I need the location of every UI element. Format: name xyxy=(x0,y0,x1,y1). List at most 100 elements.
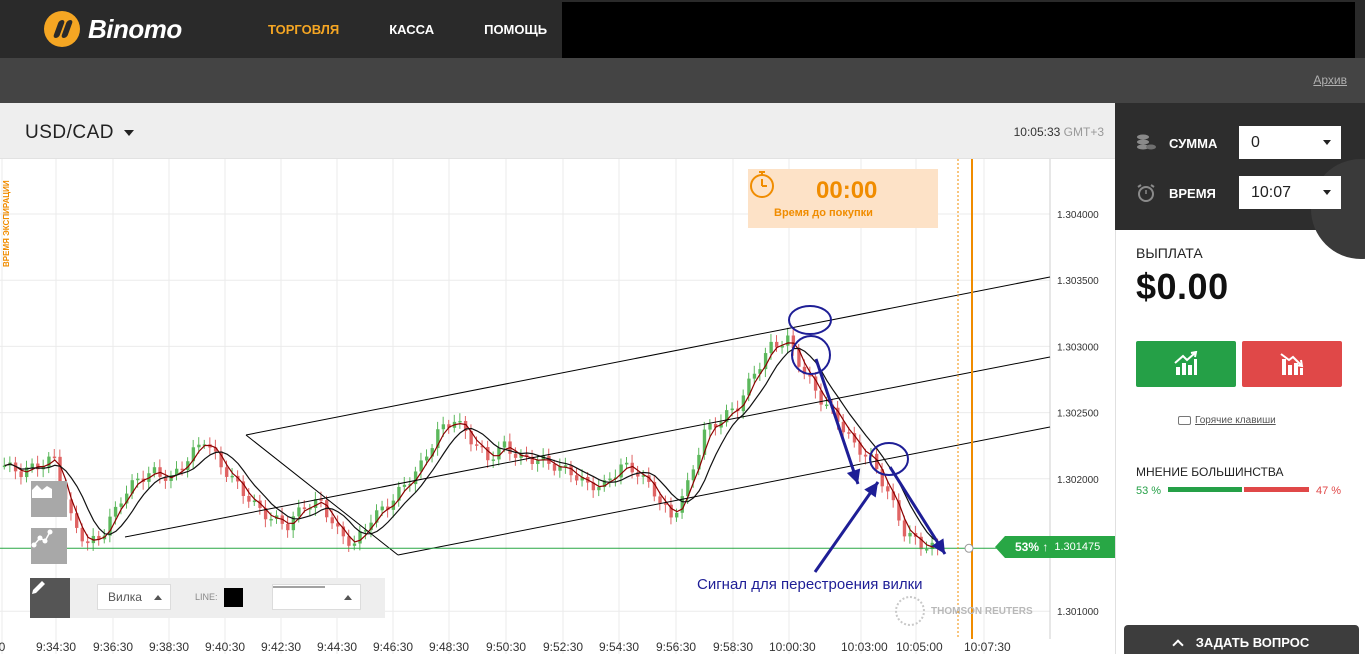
amount-label: СУММА xyxy=(1169,135,1218,151)
candle-body xyxy=(769,341,773,354)
candle-body xyxy=(786,335,790,346)
pitchfork-line xyxy=(124,356,1051,538)
watermark: THOMSON REUTERS xyxy=(895,596,1033,626)
candle-body xyxy=(269,518,273,521)
candle-body xyxy=(825,404,829,407)
candle-body xyxy=(708,423,712,430)
price-chart[interactable]: 1.304000 1.303500 1.303000 1.302500 1.302000… xyxy=(0,159,1115,654)
candle-body xyxy=(502,441,507,448)
candle-body xyxy=(491,459,496,461)
panel-decoration xyxy=(1311,159,1365,259)
logo[interactable]: Binomo xyxy=(44,10,182,48)
candle-body xyxy=(863,454,868,457)
logo-text: Binomo xyxy=(88,13,182,44)
candle-body xyxy=(458,420,462,423)
main-nav: ТОРГОВЛЯ КАССА ПОМОЩЬ xyxy=(268,0,597,58)
candle-body xyxy=(286,523,290,531)
indicators-button[interactable] xyxy=(31,528,67,564)
y-tick-label: 1.304000 xyxy=(1057,210,1099,221)
candle-body xyxy=(752,373,757,379)
ask-question-label: ЗАДАТЬ ВОПРОС xyxy=(1195,634,1310,650)
area-chart-icon xyxy=(32,485,52,498)
x-tick-label: 2:30 xyxy=(0,640,6,654)
candle-body xyxy=(675,512,679,518)
svg-text:ВРЕМЯ ЭКСПИРАЦИИ: ВРЕМЯ ЭКСПИРАЦИИ xyxy=(2,180,11,267)
ask-question-button[interactable]: ЗАДАТЬ ВОПРОС xyxy=(1124,625,1359,654)
candle-body xyxy=(302,507,307,509)
candle-body xyxy=(58,456,62,484)
x-tick-label: 10:03:00 xyxy=(841,640,888,654)
candle-body xyxy=(625,462,629,465)
line-color-swatch[interactable] xyxy=(224,588,243,607)
watermark-text: THOMSON REUTERS xyxy=(931,605,1033,617)
y-tick-label: 1.303000 xyxy=(1057,342,1099,353)
nav-item-cashier[interactable]: КАССА xyxy=(389,22,434,37)
majority-opinion-label: МНЕНИЕ БОЛЬШИНСТВА xyxy=(1136,465,1284,479)
candle-body xyxy=(402,484,407,487)
candle-body xyxy=(497,447,501,460)
line-style-select[interactable] xyxy=(272,584,361,610)
annotation-circle xyxy=(788,305,832,335)
chart-header: USD/CAD 10:05:33 GMT+3 xyxy=(0,103,1115,159)
annotation-text: Сигнал для перестроения вилки xyxy=(697,576,923,593)
candle-body xyxy=(902,520,907,537)
payout-value: $0.00 xyxy=(1136,266,1229,307)
line-style-preview xyxy=(273,586,325,588)
x-tick-label: 9:44:30 xyxy=(317,640,357,654)
put-button[interactable] xyxy=(1242,341,1342,387)
time-label: ВРЕМЯ xyxy=(1169,185,1216,201)
candle-body xyxy=(575,475,579,481)
sub-bar: Архив xyxy=(0,58,1365,103)
time-select[interactable]: 10:07 xyxy=(1239,176,1341,209)
x-tick-label: 10:07:30 xyxy=(964,640,1011,654)
majority-opinion-bar xyxy=(1168,487,1309,492)
candle-body xyxy=(841,421,846,433)
candle-body xyxy=(19,471,23,478)
nav-item-trading[interactable]: ТОРГОВЛЯ xyxy=(268,22,339,37)
pitchfork-line xyxy=(245,434,399,556)
drawing-tool-button[interactable] xyxy=(30,578,70,618)
drawing-tool-select[interactable]: Вилка xyxy=(97,584,171,610)
drawing-tool-value: Вилка xyxy=(108,590,142,604)
archive-link[interactable]: Архив xyxy=(1313,73,1347,87)
caret-up-icon xyxy=(154,595,162,600)
x-tick-label: 10:05:00 xyxy=(896,640,943,654)
trade-panel: СУММА 0 ВРЕМЯ 10:07 xyxy=(1115,103,1365,259)
candle-body xyxy=(358,531,362,544)
trend-down-icon xyxy=(1280,353,1304,375)
candle-body xyxy=(247,495,251,502)
annotation-arrow xyxy=(814,358,860,485)
candle-body xyxy=(925,549,929,551)
annotation-arrowhead xyxy=(846,468,861,484)
logo-icon xyxy=(44,11,80,47)
amount-select[interactable]: 0 xyxy=(1239,126,1341,159)
pitchfork-line xyxy=(245,276,1051,436)
nav-item-help[interactable]: ПОМОЩЬ xyxy=(484,22,547,37)
candle-body xyxy=(297,507,301,517)
candle-body xyxy=(30,463,34,468)
x-tick-label: 9:48:30 xyxy=(429,640,469,654)
chart-type-button[interactable] xyxy=(31,481,67,517)
x-tick-label: 10:00:30 xyxy=(769,640,816,654)
candle-body xyxy=(730,408,734,411)
hotkeys-link[interactable]: Горячие клавиши xyxy=(1178,415,1276,426)
asset-selector[interactable]: USD/CAD xyxy=(25,122,135,144)
payout-label: ВЫПЛАТА xyxy=(1136,245,1203,261)
x-tick-label: 9:36:30 xyxy=(93,640,133,654)
candle-body xyxy=(136,478,140,481)
top-bar: Binomo ТОРГОВЛЯ КАССА ПОМОЩЬ xyxy=(0,0,1365,58)
x-tick-label: 9:40:30 xyxy=(205,640,245,654)
opinion-down-fill xyxy=(1244,487,1309,492)
time-field: ВРЕМЯ 10:07 xyxy=(1135,176,1341,210)
trading-app: Binomo ТОРГОВЛЯ КАССА ПОМОЩЬ Архив USD/C… xyxy=(0,0,1365,654)
hotkeys-text: Горячие клавиши xyxy=(1195,415,1276,426)
current-price-tag: 53% ↑ 1.301475 xyxy=(995,536,1115,558)
candle-body xyxy=(597,487,601,491)
call-button[interactable] xyxy=(1136,341,1236,387)
x-tick-label: 9:50:30 xyxy=(486,640,526,654)
current-price-marker xyxy=(964,543,974,553)
y-tick-label: 1.302500 xyxy=(1057,409,1099,420)
opinion-up-percent: 53 % xyxy=(1136,485,1162,497)
candle-body xyxy=(847,432,851,434)
x-tick-label: 9:42:30 xyxy=(261,640,301,654)
